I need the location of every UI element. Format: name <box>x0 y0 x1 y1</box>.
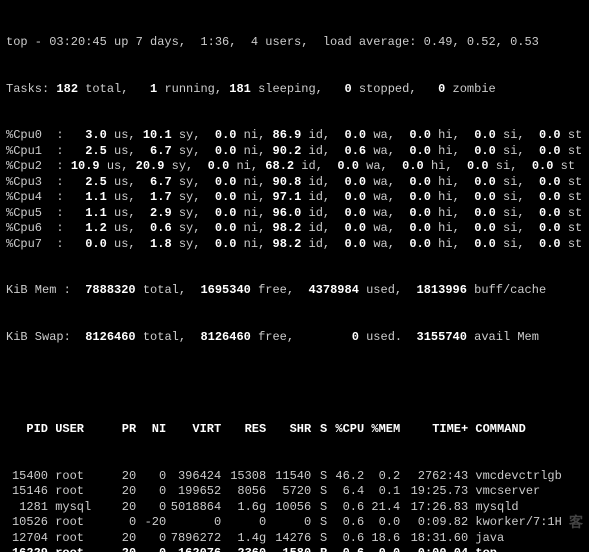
cpu-line: %Cpu6 : 1.2 us, 0.6 sy, 0.0 ni, 98.2 id,… <box>6 221 583 237</box>
process-row: 15146 root20019965280565720S6.40.119:25.… <box>6 484 583 500</box>
cpu-line: %Cpu3 : 2.5 us, 6.7 sy, 0.0 ni, 90.8 id,… <box>6 175 583 191</box>
cpu-line: %Cpu1 : 2.5 us, 6.7 sy, 0.0 ni, 90.2 id,… <box>6 144 583 160</box>
cpu-line: %Cpu7 : 0.0 us, 1.8 sy, 0.0 ni, 98.2 id,… <box>6 237 583 253</box>
process-row: 10526 root0-20000S0.60.00:09.82 kworker/… <box>6 515 583 531</box>
terminal-output[interactable]: top - 03:20:45 up 7 days, 1:36, 4 users,… <box>0 0 589 552</box>
cpu-line: %Cpu2 : 10.9 us, 20.9 sy, 0.0 ni, 68.2 i… <box>6 159 583 175</box>
summary-line: top - 03:20:45 up 7 days, 1:36, 4 users,… <box>6 35 583 51</box>
process-row: 15400 root2003964241530811540S46.20.2276… <box>6 469 583 485</box>
process-row: 1281 mysql20050188641.6g10056S0.621.417:… <box>6 500 583 516</box>
tasks-line: Tasks: 182 total, 1 running, 181 sleepin… <box>6 82 583 98</box>
cpu-line: %Cpu5 : 1.1 us, 2.9 sy, 0.0 ni, 96.0 id,… <box>6 206 583 222</box>
process-row: 16229 root20016207623601580R0.60.00:00.0… <box>6 546 583 552</box>
cpu-line: %Cpu4 : 1.1 us, 1.7 sy, 0.0 ni, 97.1 id,… <box>6 190 583 206</box>
mem-line: KiB Mem : 7888320 total, 1695340 free, 4… <box>6 283 583 299</box>
cpu-line: %Cpu0 : 3.0 us, 10.1 sy, 0.0 ni, 86.9 id… <box>6 128 583 144</box>
process-header: PID USERPRNIVIRTRESSHRS%CPU%MEMTIME+ COM… <box>6 422 583 438</box>
process-row: 12704 root20078962721.4g14276S0.618.618:… <box>6 531 583 547</box>
swap-line: KiB Swap: 8126460 total, 8126460 free, 0… <box>6 330 583 346</box>
